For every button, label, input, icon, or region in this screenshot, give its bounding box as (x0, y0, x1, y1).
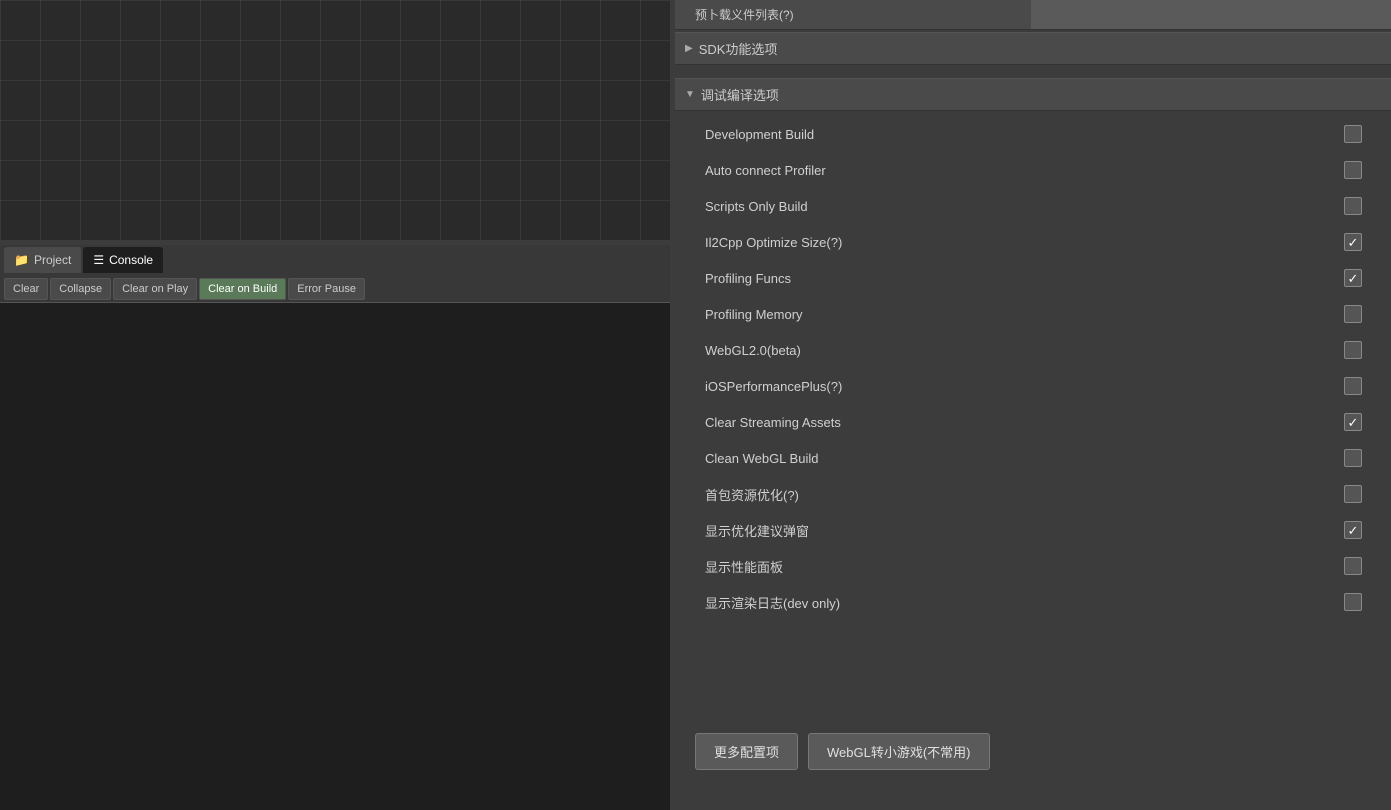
option-label-profiling-memory: Profiling Memory (705, 307, 1335, 322)
option-label-webgl2-beta: WebGL2.0(beta) (705, 343, 1335, 358)
checkbox-container-clean-webgl-build (1335, 449, 1371, 467)
checkbox-first-package-optimization[interactable] (1344, 485, 1362, 503)
option-label-scripts-only-build: Scripts Only Build (705, 199, 1335, 214)
sdk-section-label: SDK功能选项 (699, 39, 778, 58)
checkbox-container-il2cpp-optimize-size (1335, 233, 1371, 251)
option-row-show-performance-panel: 显示性能面板 (675, 548, 1391, 584)
checkbox-container-development-build (1335, 125, 1371, 143)
checkbox-ios-performance-plus[interactable] (1344, 377, 1362, 395)
tab-console[interactable]: ☰ Console (83, 247, 163, 273)
checkbox-profiling-funcs[interactable] (1344, 269, 1362, 287)
checkbox-auto-connect-profiler[interactable] (1344, 161, 1362, 179)
option-row-profiling-funcs: Profiling Funcs (675, 260, 1391, 296)
clear-on-play-button[interactable]: Clear on Play (113, 278, 197, 300)
sdk-section: ▶ SDK功能选项 (675, 32, 1391, 65)
debug-arrow-icon: ▼ (685, 89, 695, 100)
checkbox-webgl2-beta[interactable] (1344, 341, 1362, 359)
sdk-arrow-icon: ▶ (685, 43, 693, 54)
option-label-ios-performance-plus: iOSPerformancePlus(?) (705, 379, 1335, 394)
bottom-buttons: 更多配置项 WebGL转小游戏(不常用) (675, 723, 1391, 780)
option-row-ios-performance-plus: iOSPerformancePlus(?) (675, 368, 1391, 404)
bottom-panel (0, 245, 670, 810)
checkbox-container-auto-connect-profiler (1335, 161, 1371, 179)
option-row-scripts-only-build: Scripts Only Build (675, 188, 1391, 224)
checkbox-container-show-optimization-dialog (1335, 521, 1371, 539)
option-row-show-render-log: 显示渲染日志(dev only) (675, 584, 1391, 620)
checkbox-clean-webgl-build[interactable] (1344, 449, 1362, 467)
option-row-clear-streaming-assets: Clear Streaming Assets (675, 404, 1391, 440)
preload-row: 预卜载义件列表(?) (675, 0, 1391, 30)
checkbox-container-webgl2-beta (1335, 341, 1371, 359)
option-label-show-performance-panel: 显示性能面板 (705, 557, 1335, 576)
checkbox-container-first-package-optimization (1335, 485, 1371, 503)
checkbox-show-performance-panel[interactable] (1344, 557, 1362, 575)
option-label-clean-webgl-build: Clean WebGL Build (705, 451, 1335, 466)
console-toolbar: Clear Collapse Clear on Play Clear on Bu… (0, 275, 670, 303)
collapse-button[interactable]: Collapse (50, 278, 111, 300)
checkbox-clear-streaming-assets[interactable] (1344, 413, 1362, 431)
checkbox-container-show-render-log (1335, 593, 1371, 611)
tab-project-label: Project (34, 253, 71, 267)
preload-label: 预卜载义件列表(?) (675, 6, 1031, 23)
checkbox-development-build[interactable] (1344, 125, 1362, 143)
clear-on-build-button[interactable]: Clear on Build (199, 278, 286, 300)
checkbox-container-profiling-memory (1335, 305, 1371, 323)
option-row-first-package-optimization: 首包资源优化(?) (675, 476, 1391, 512)
checkbox-container-scripts-only-build (1335, 197, 1371, 215)
error-pause-button[interactable]: Error Pause (288, 278, 365, 300)
sdk-section-header[interactable]: ▶ SDK功能选项 (675, 32, 1391, 65)
checkbox-scripts-only-build[interactable] (1344, 197, 1362, 215)
option-row-auto-connect-profiler: Auto connect Profiler (675, 152, 1391, 188)
console-icon: ☰ (93, 253, 104, 267)
option-row-clean-webgl-build: Clean WebGL Build (675, 440, 1391, 476)
option-row-development-build: Development Build (675, 116, 1391, 152)
option-label-auto-connect-profiler: Auto connect Profiler (705, 163, 1335, 178)
checkbox-container-ios-performance-plus (1335, 377, 1371, 395)
option-label-show-render-log: 显示渲染日志(dev only) (705, 593, 1335, 612)
debug-section-label: 调试编译选项 (701, 85, 779, 104)
tab-project[interactable]: 📁 Project (4, 247, 81, 273)
webgl-convert-button[interactable]: WebGL转小游戏(不常用) (808, 733, 990, 770)
options-list: Development Build Auto connect Profiler Sc… (675, 111, 1391, 625)
checkbox-container-show-performance-panel (1335, 557, 1371, 575)
project-icon: 📁 (14, 253, 29, 267)
option-label-development-build: Development Build (705, 127, 1335, 142)
preload-value-area (1031, 0, 1391, 29)
option-label-il2cpp-optimize-size: Il2Cpp Optimize Size(?) (705, 235, 1335, 250)
checkbox-show-render-log[interactable] (1344, 593, 1362, 611)
grid-background (0, 0, 670, 240)
option-label-show-optimization-dialog: 显示优化建议弹窗 (705, 521, 1335, 540)
more-config-button[interactable]: 更多配置项 (695, 733, 798, 770)
checkbox-container-clear-streaming-assets (1335, 413, 1371, 431)
option-row-profiling-memory: Profiling Memory (675, 296, 1391, 332)
checkbox-container-profiling-funcs (1335, 269, 1371, 287)
checkbox-il2cpp-optimize-size[interactable] (1344, 233, 1362, 251)
option-label-first-package-optimization: 首包资源优化(?) (705, 485, 1335, 504)
option-row-il2cpp-optimize-size: Il2Cpp Optimize Size(?) (675, 224, 1391, 260)
option-row-show-optimization-dialog: 显示优化建议弹窗 (675, 512, 1391, 548)
checkbox-show-optimization-dialog[interactable] (1344, 521, 1362, 539)
checkbox-profiling-memory[interactable] (1344, 305, 1362, 323)
tab-console-label: Console (109, 253, 153, 267)
tab-bar: 📁 Project ☰ Console (0, 245, 670, 275)
option-label-clear-streaming-assets: Clear Streaming Assets (705, 415, 1335, 430)
clear-button[interactable]: Clear (4, 278, 48, 300)
debug-section-header[interactable]: ▼ 调试编译选项 (675, 78, 1391, 111)
option-label-profiling-funcs: Profiling Funcs (705, 271, 1335, 286)
debug-section: ▼ 调试编译选项 Development Build Auto connect P… (675, 78, 1391, 625)
option-row-webgl2-beta: WebGL2.0(beta) (675, 332, 1391, 368)
